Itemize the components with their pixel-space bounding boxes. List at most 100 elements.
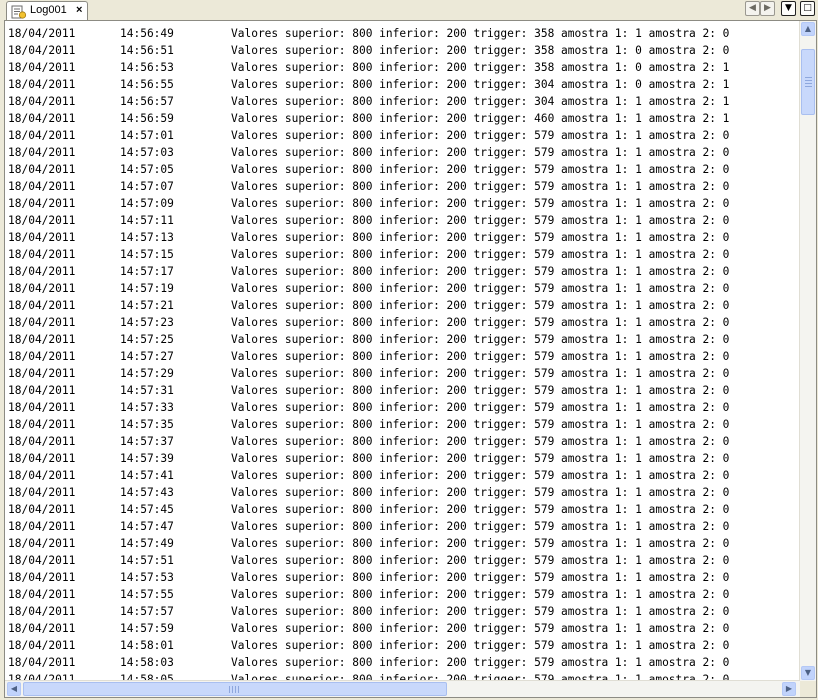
log-date: 18/04/2011 [8, 180, 76, 193]
log-date: 18/04/2011 [8, 588, 76, 601]
log-message: Valores superior: 800 inferior: 200 trig… [231, 401, 730, 414]
log-message: Valores superior: 800 inferior: 200 trig… [231, 452, 730, 465]
log-date: 18/04/2011 [8, 95, 76, 108]
tab-list-menu-button[interactable]: ▼ [781, 1, 796, 16]
log-date: 18/04/2011 [8, 248, 76, 261]
log-message: Valores superior: 800 inferior: 200 trig… [231, 180, 730, 193]
log-message: Valores superior: 800 inferior: 200 trig… [231, 44, 730, 57]
log-date: 18/04/2011 [8, 333, 76, 346]
log-message: Valores superior: 800 inferior: 200 trig… [231, 282, 730, 295]
log-line: 18/04/2011 14:57:53 Valores superior: 800 … [8, 569, 803, 586]
log-date: 18/04/2011 [8, 27, 76, 40]
tab-close-icon[interactable]: × [76, 4, 82, 16]
log-line: 18/04/2011 14:57:49 Valores superior: 800 … [8, 535, 803, 552]
log-line: 18/04/2011 14:56:59 Valores superior: 800 … [8, 110, 803, 127]
log-line: 18/04/2011 14:57:45 Valores superior: 800 … [8, 501, 803, 518]
log-line: 18/04/2011 14:57:29 Valores superior: 800 … [8, 365, 803, 382]
log-date: 18/04/2011 [8, 214, 76, 227]
log-date: 18/04/2011 [8, 537, 76, 550]
log-line: 18/04/2011 14:57:09 Valores superior: 800 … [8, 195, 803, 212]
log-date: 18/04/2011 [8, 78, 76, 91]
tab-log001[interactable]: Log001 × [6, 1, 88, 20]
log-time: 14:57:39 [120, 452, 174, 465]
log-line: 18/04/2011 14:57:03 Valores superior: 800 … [8, 144, 803, 161]
log-date: 18/04/2011 [8, 622, 76, 635]
log-text-area[interactable]: 18/04/2011 14:56:49 Valores superior: 800 … [8, 25, 803, 681]
log-date: 18/04/2011 [8, 265, 76, 278]
log-line: 18/04/2011 14:57:43 Valores superior: 800 … [8, 484, 803, 501]
log-date: 18/04/2011 [8, 231, 76, 244]
log-message: Valores superior: 800 inferior: 200 trig… [231, 656, 730, 669]
scroll-up-button[interactable]: ▲ [801, 22, 815, 36]
log-time: 14:56:59 [120, 112, 174, 125]
scroll-tabs-left-button[interactable]: ◀ [745, 1, 760, 16]
log-message: Valores superior: 800 inferior: 200 trig… [231, 605, 730, 618]
log-time: 14:56:53 [120, 61, 174, 74]
log-line: 18/04/2011 14:57:17 Valores superior: 800 … [8, 263, 803, 280]
log-date: 18/04/2011 [8, 316, 76, 329]
log-date: 18/04/2011 [8, 503, 76, 516]
log-time: 14:57:49 [120, 537, 174, 550]
log-message: Valores superior: 800 inferior: 200 trig… [231, 333, 730, 346]
log-time: 14:57:13 [120, 231, 174, 244]
log-line: 18/04/2011 14:57:01 Valores superior: 800 … [8, 127, 803, 144]
log-time: 14:56:55 [120, 78, 174, 91]
log-message: Valores superior: 800 inferior: 200 trig… [231, 435, 730, 448]
log-time: 14:57:11 [120, 214, 174, 227]
log-line: 18/04/2011 14:57:23 Valores superior: 800 … [8, 314, 803, 331]
log-date: 18/04/2011 [8, 452, 76, 465]
log-message: Valores superior: 800 inferior: 200 trig… [231, 469, 730, 482]
log-date: 18/04/2011 [8, 367, 76, 380]
log-time: 14:57:29 [120, 367, 174, 380]
log-line: 18/04/2011 14:56:55 Valores superior: 800 … [8, 76, 803, 93]
log-line: 18/04/2011 14:57:05 Valores superior: 800 … [8, 161, 803, 178]
log-time: 14:57:19 [120, 282, 174, 295]
scroll-right-button[interactable]: ▶ [782, 682, 796, 696]
log-time: 14:57:41 [120, 469, 174, 482]
log-date: 18/04/2011 [8, 520, 76, 533]
log-line: 18/04/2011 14:57:41 Valores superior: 800 … [8, 467, 803, 484]
scroll-left-button[interactable]: ◀ [7, 682, 21, 696]
log-time: 14:57:37 [120, 435, 174, 448]
scroll-down-button[interactable]: ▼ [801, 666, 815, 680]
log-message: Valores superior: 800 inferior: 200 trig… [231, 299, 730, 312]
log-time: 14:57:59 [120, 622, 174, 635]
log-line: 18/04/2011 14:57:07 Valores superior: 800 … [8, 178, 803, 195]
scrollbar-corner [800, 681, 816, 697]
horizontal-scroll-thumb[interactable] [23, 682, 447, 696]
log-date: 18/04/2011 [8, 435, 76, 448]
log-time: 14:56:57 [120, 95, 174, 108]
log-line: 18/04/2011 14:57:25 Valores superior: 800 … [8, 331, 803, 348]
scroll-tabs-right-button[interactable]: ▶ [760, 1, 775, 16]
vertical-scroll-thumb[interactable] [801, 49, 815, 115]
log-time: 14:57:51 [120, 554, 174, 567]
tab-title: Log001 [30, 4, 67, 16]
log-message: Valores superior: 800 inferior: 200 trig… [231, 350, 730, 363]
log-line: 18/04/2011 14:57:15 Valores superior: 800 … [8, 246, 803, 263]
log-message: Valores superior: 800 inferior: 200 trig… [231, 27, 730, 40]
log-message: Valores superior: 800 inferior: 200 trig… [231, 265, 730, 278]
log-line: 18/04/2011 14:56:57 Valores superior: 800 … [8, 93, 803, 110]
log-time: 14:57:03 [120, 146, 174, 159]
log-time: 14:57:55 [120, 588, 174, 601]
log-time: 14:57:47 [120, 520, 174, 533]
log-time: 14:58:03 [120, 656, 174, 669]
log-line: 18/04/2011 14:57:21 Valores superior: 800 … [8, 297, 803, 314]
log-date: 18/04/2011 [8, 282, 76, 295]
log-time: 14:57:25 [120, 333, 174, 346]
log-message: Valores superior: 800 inferior: 200 trig… [231, 197, 730, 210]
log-line: 18/04/2011 14:57:57 Valores superior: 800 … [8, 603, 803, 620]
log-message: Valores superior: 800 inferior: 200 trig… [231, 622, 730, 635]
vertical-scrollbar[interactable]: ▲ ▼ [799, 21, 816, 681]
log-date: 18/04/2011 [8, 639, 76, 652]
log-message: Valores superior: 800 inferior: 200 trig… [231, 129, 730, 142]
log-line: 18/04/2011 14:57:59 Valores superior: 800 … [8, 620, 803, 637]
maximize-button[interactable]: □ [800, 1, 815, 16]
log-date: 18/04/2011 [8, 656, 76, 669]
log-message: Valores superior: 800 inferior: 200 trig… [231, 163, 730, 176]
log-time: 14:57:05 [120, 163, 174, 176]
log-line: 18/04/2011 14:57:35 Valores superior: 800 … [8, 416, 803, 433]
log-line: 18/04/2011 14:57:39 Valores superior: 800 … [8, 450, 803, 467]
log-line: 18/04/2011 14:57:55 Valores superior: 800 … [8, 586, 803, 603]
horizontal-scrollbar[interactable]: ◀ ▶ [5, 680, 800, 697]
